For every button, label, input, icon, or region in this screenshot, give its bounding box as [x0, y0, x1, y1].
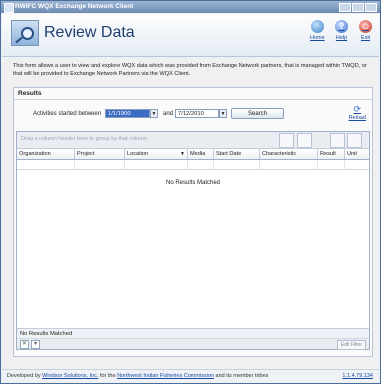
no-results-message: No Results Matched	[165, 180, 221, 186]
page-title: Review Data	[44, 24, 135, 41]
chevron-down-icon: ▼	[220, 111, 226, 117]
activities-label: Activities started between	[33, 111, 102, 117]
results-heading: Results	[18, 90, 42, 97]
chevron-down-icon: ▼	[151, 111, 157, 117]
page-description: This form allows a user to view and expl…	[13, 63, 367, 77]
results-grid: Drag a column header here to group by th…	[16, 131, 370, 350]
maximize-button[interactable]	[352, 3, 364, 12]
group-by-area[interactable]: Drag a column header here to group by th…	[17, 132, 369, 149]
column-header-media[interactable]: Media	[188, 149, 214, 159]
grid-filter-row[interactable]	[17, 160, 369, 170]
copy-icon[interactable]	[347, 133, 362, 148]
column-header-characteristic[interactable]: Characteristic	[260, 149, 318, 159]
filter-enable-checkbox[interactable]: ✕	[20, 340, 29, 349]
home-icon	[310, 20, 324, 33]
edit-filter-button[interactable]: Edit Filter	[336, 340, 366, 350]
help-link[interactable]: ? Help	[335, 20, 348, 41]
home-link[interactable]: Home	[310, 20, 325, 41]
start-date-dropdown[interactable]: ▼	[150, 109, 158, 118]
filter-icon[interactable]: ▼	[180, 149, 185, 159]
minimize-button[interactable]	[339, 3, 351, 12]
search-button[interactable]: Search	[231, 108, 284, 119]
export-excel-icon[interactable]	[297, 133, 312, 148]
column-header-location[interactable]: Location ▼	[125, 149, 188, 159]
filter-dropdown-icon[interactable]: ▾	[31, 340, 40, 349]
column-header-unit[interactable]: Unit	[345, 149, 369, 159]
column-header-organization[interactable]: Organization	[17, 149, 75, 159]
exit-icon: ⏻	[359, 20, 372, 33]
end-date-dropdown[interactable]: ▼	[219, 109, 227, 118]
footer: Developed by Windsor Solutions, Inc. for…	[2, 369, 379, 382]
title-bar: RWIFC WQX Exchange Network Client	[1, 1, 380, 13]
column-header-result[interactable]: Result	[318, 149, 345, 159]
exit-link[interactable]: ⏻ Exit	[359, 20, 372, 41]
column-header-project[interactable]: Project	[75, 149, 125, 159]
window-title: RWIFC WQX Exchange Network Client	[15, 3, 134, 10]
and-label: and	[163, 111, 174, 117]
review-data-icon	[11, 20, 39, 46]
reload-icon: ⟳	[353, 104, 362, 114]
grid-column-headers: Organization Project Location ▼ Media St…	[17, 149, 369, 160]
version-link[interactable]: 1.1.4.79.134	[342, 370, 373, 382]
end-date-input[interactable]: 7/12/2010	[175, 109, 219, 118]
results-panel: Results Activities started between 1/1/1…	[13, 87, 373, 357]
group-by-hint: Drag a column header here to group by th…	[21, 136, 147, 142]
start-date-input[interactable]: 1/1/1900	[105, 109, 150, 118]
reload-link[interactable]: ⟳ Reload	[349, 104, 366, 122]
app-icon	[4, 3, 14, 13]
column-chooser-icon[interactable]	[279, 133, 294, 148]
app-window: RWIFC WQX Exchange Network Client Review…	[0, 0, 381, 384]
help-icon: ?	[335, 20, 348, 33]
column-header-start-date[interactable]: Start Date	[214, 149, 260, 159]
grid-filter-bar: ✕ ▾ Edit Filter	[17, 338, 369, 350]
close-button[interactable]	[365, 3, 377, 12]
print-icon[interactable]	[330, 133, 345, 148]
nwifc-link[interactable]: Northwest Indian Fisheries Commission	[117, 373, 214, 379]
page-header: Review Data Home ? Help ⏻ Exit	[2, 14, 379, 57]
windsor-solutions-link[interactable]: Windsor Solutions, Inc.	[42, 373, 98, 379]
